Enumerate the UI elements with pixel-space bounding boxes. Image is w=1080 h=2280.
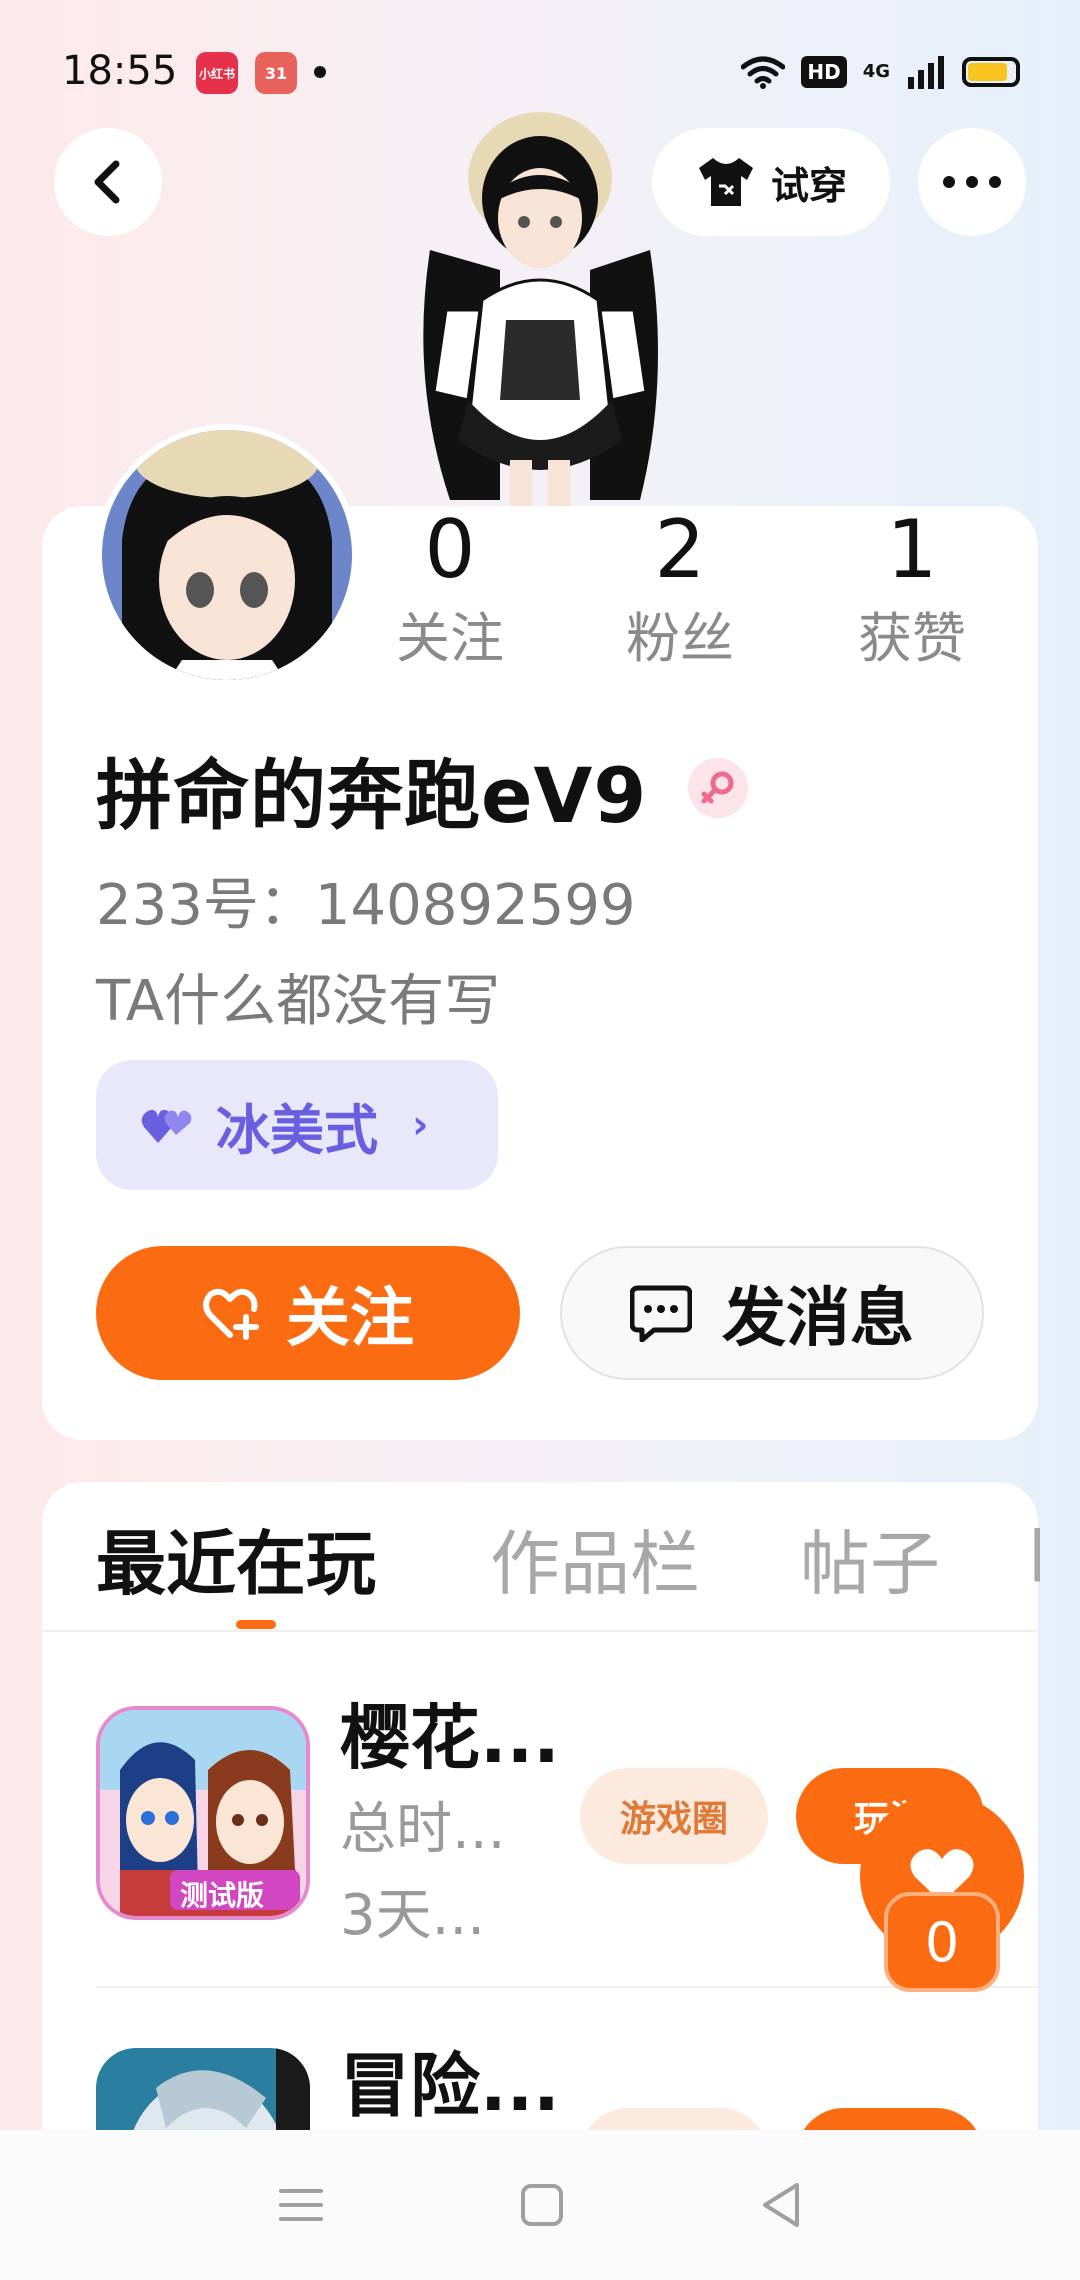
stat-likes-label: 获赞 xyxy=(858,607,966,670)
home-square-icon[interactable] xyxy=(520,2183,564,2227)
notification-dot-icon xyxy=(314,66,326,78)
tab-recently-played[interactable]: 最近在玩 xyxy=(96,1508,376,1609)
stat-fans[interactable]: 2 粉丝 xyxy=(600,508,760,673)
network-label: 4G xyxy=(862,61,890,82)
hd-icon: HD xyxy=(801,56,847,88)
send-message-button[interactable]: 发消息 xyxy=(560,1246,984,1380)
try-on-label: 试穿 xyxy=(770,163,847,208)
stat-likes-count: 1 xyxy=(886,503,938,596)
avatar[interactable] xyxy=(96,424,358,686)
signal-icon xyxy=(908,56,944,89)
follow-button[interactable]: 关注 xyxy=(96,1246,520,1380)
back-triangle-icon[interactable] xyxy=(759,2181,803,2229)
status-time: 18:55 xyxy=(62,48,178,94)
test-version-badge: 测试版 xyxy=(180,1879,265,1912)
game-title: 冒险... xyxy=(340,2045,560,2127)
hearts-icon xyxy=(141,1109,192,1143)
battery-level xyxy=(968,63,1008,81)
chevron-right-icon: › xyxy=(412,1102,429,1148)
active-tab-indicator xyxy=(236,1620,276,1629)
stat-following[interactable]: 0 关注 xyxy=(370,508,530,673)
heart-plus-icon xyxy=(203,1288,259,1340)
stat-fans-label: 粉丝 xyxy=(626,607,734,670)
send-message-label: 发消息 xyxy=(722,1282,914,1356)
tab-posts[interactable]: 帖子 xyxy=(800,1508,940,1609)
system-nav-bar xyxy=(0,2130,1080,2280)
game-total-time: 总时... xyxy=(340,1797,506,1862)
battery-icon xyxy=(962,57,1020,87)
back-arrow-icon xyxy=(94,160,120,204)
game-circle-button[interactable]: 游戏圈 xyxy=(580,1768,768,1864)
user-bio: TA什么都没有写 xyxy=(96,969,501,1034)
game-last-played: 3天... xyxy=(340,1883,486,1948)
user-id: 233号：140892599 xyxy=(96,873,636,938)
xiaohongshu-notification-icon: 小红书 xyxy=(196,52,238,94)
follow-label: 关注 xyxy=(286,1282,414,1356)
more-dots-icon xyxy=(943,176,1001,188)
female-gender-icon xyxy=(688,758,748,818)
calendar-notification-icon: 31 xyxy=(255,52,297,94)
stat-following-count: 0 xyxy=(424,503,476,596)
tab-divider xyxy=(42,1630,1038,1632)
stat-likes[interactable]: 1 获赞 xyxy=(832,508,992,673)
like-count: 0 xyxy=(884,1892,1000,1992)
avatar-image xyxy=(102,430,352,680)
avatar-3d-figure xyxy=(423,112,658,510)
status-indicators: HD 4G xyxy=(741,50,1020,94)
style-tag[interactable]: 冰美式 › xyxy=(96,1060,498,1190)
tab-overflow[interactable]: ▮ xyxy=(1028,1508,1040,1590)
menu-icon[interactable] xyxy=(277,2185,325,2225)
game-title: 樱花... xyxy=(340,1697,560,1779)
stat-fans-count: 2 xyxy=(654,503,706,596)
more-options-button[interactable] xyxy=(918,128,1026,236)
style-tag-label: 冰美式 xyxy=(216,1098,378,1162)
wifi-icon xyxy=(741,56,786,89)
tab-works[interactable]: 作品栏 xyxy=(490,1508,700,1609)
chat-bubble-icon xyxy=(630,1285,692,1342)
username: 拼命的奔跑eV9 xyxy=(96,751,648,840)
back-button[interactable] xyxy=(54,128,162,236)
stat-following-label: 关注 xyxy=(396,607,504,670)
game-icon-sakura[interactable]: 测试版 xyxy=(96,1706,310,1920)
shirt-icon xyxy=(698,158,753,206)
